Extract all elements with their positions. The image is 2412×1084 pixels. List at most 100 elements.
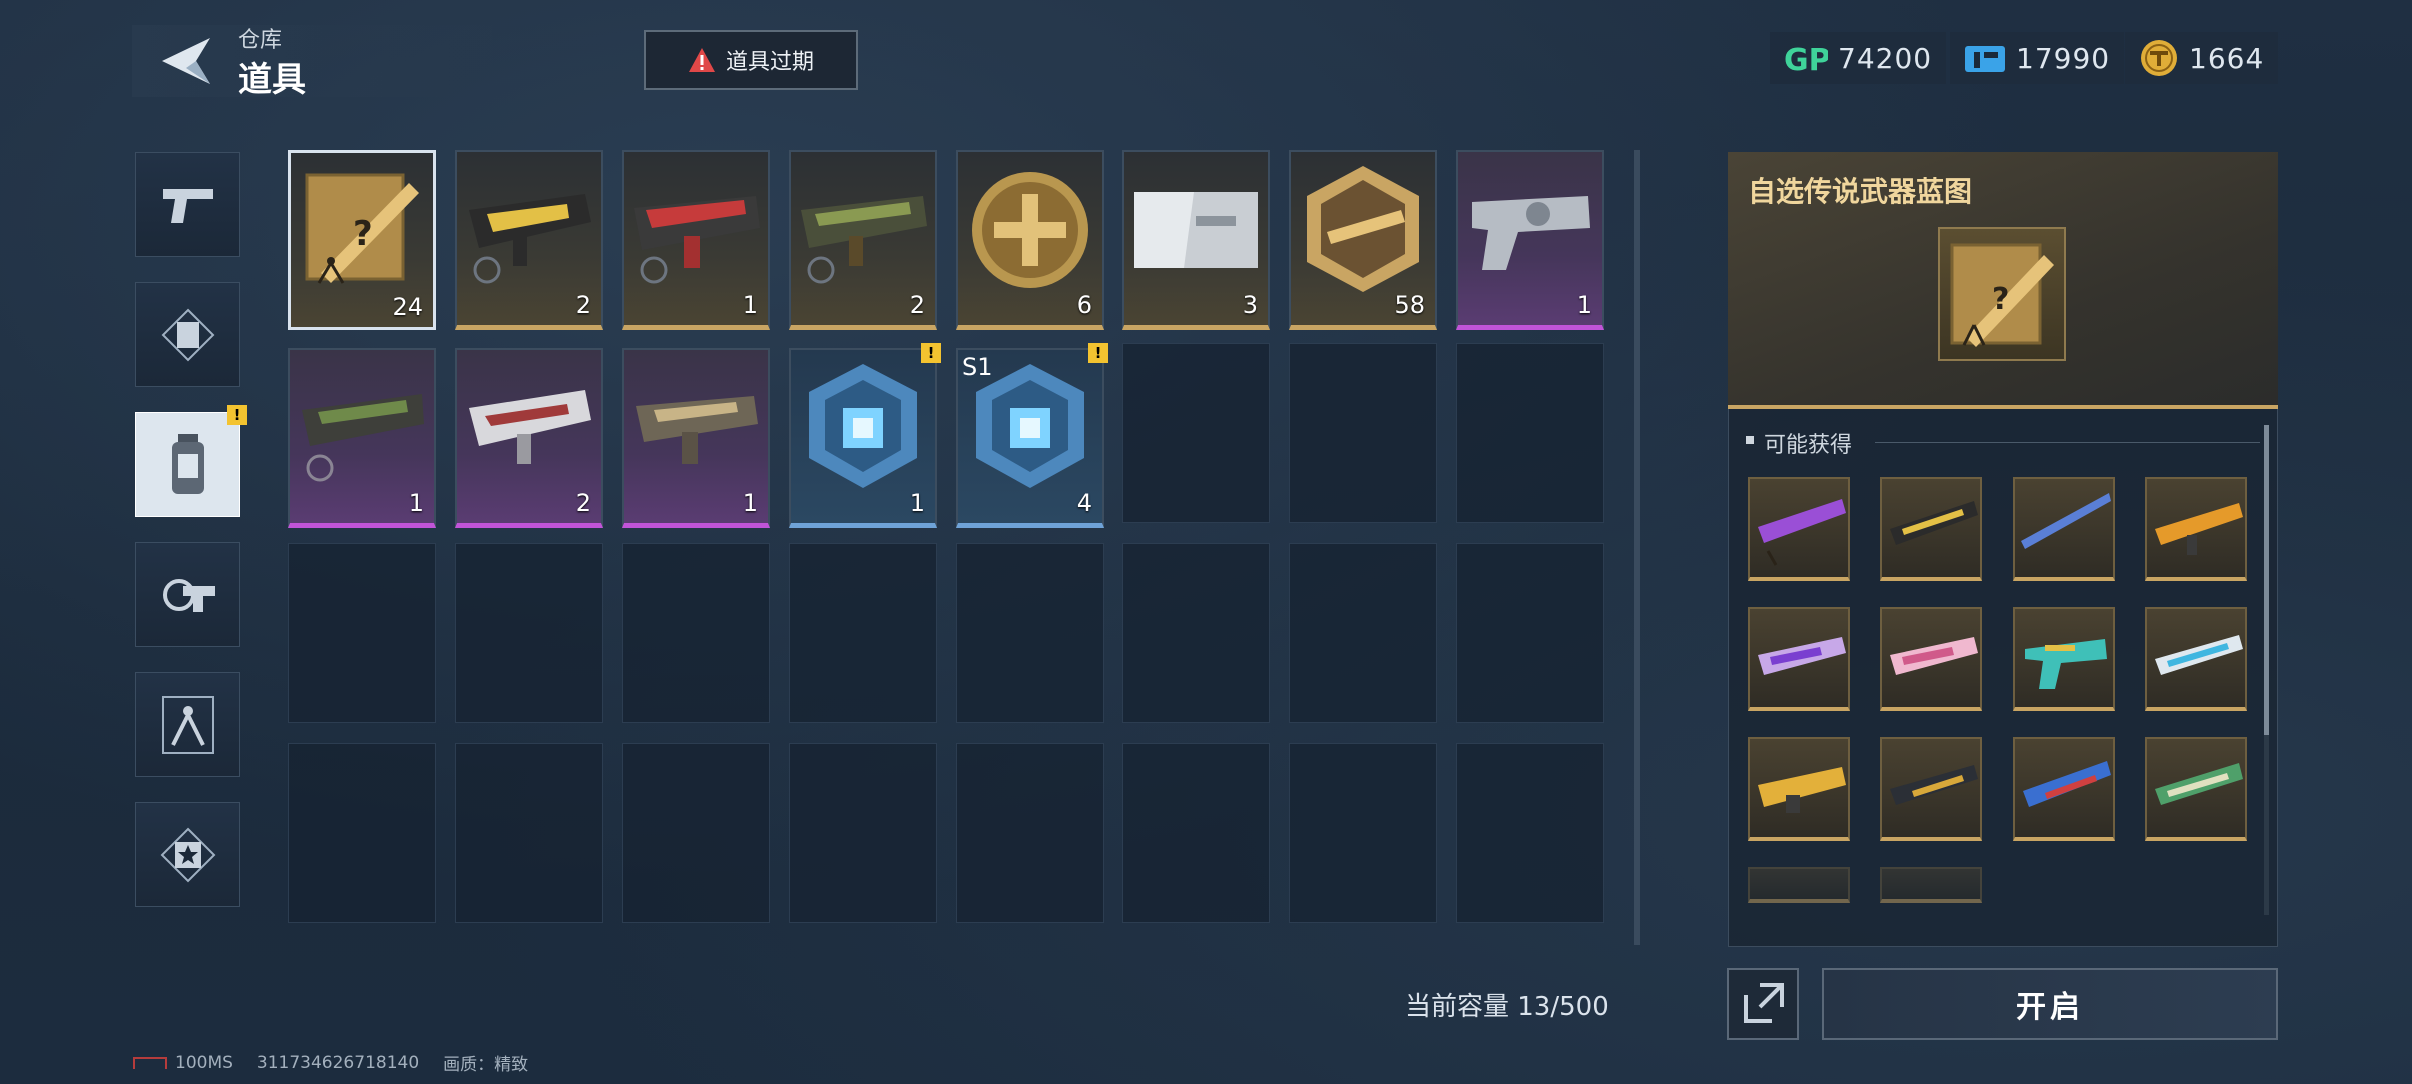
reward-blue-red-rifle[interactable] bbox=[2013, 737, 2115, 841]
back-arrow-icon bbox=[162, 38, 210, 84]
reward-cyan-rifle[interactable] bbox=[2145, 607, 2247, 711]
rifle-icon bbox=[1890, 765, 1978, 805]
coin-icon bbox=[2141, 40, 2177, 76]
empty-slot bbox=[789, 743, 937, 923]
reward-purple-rifle[interactable] bbox=[1748, 477, 1850, 581]
crate-icon bbox=[809, 364, 917, 488]
item-silver-pistol[interactable]: 1 bbox=[1456, 150, 1604, 330]
hex-badge-icon bbox=[1307, 166, 1419, 292]
reward-gold-lmg[interactable] bbox=[1748, 737, 1850, 841]
gp-value: 74200 bbox=[1838, 41, 1933, 75]
rewards-scrollbar-thumb[interactable] bbox=[2264, 425, 2269, 735]
svg-text:GP: GP bbox=[1784, 43, 1828, 76]
coin-value: 1664 bbox=[2189, 41, 2265, 75]
rifle-icon bbox=[2023, 761, 2111, 807]
item-gold-smg[interactable]: 2 bbox=[455, 150, 603, 330]
reward-dark-rifle[interactable] bbox=[1880, 737, 1982, 841]
ping-icon bbox=[133, 1056, 167, 1069]
section-bullet bbox=[1746, 436, 1754, 444]
season-tag: S1 bbox=[962, 353, 993, 381]
pistol-icon bbox=[1472, 196, 1590, 270]
share-button[interactable] bbox=[1727, 968, 1799, 1040]
lmg-icon bbox=[1758, 767, 1846, 813]
reward-gold-black-rifle[interactable] bbox=[1880, 477, 1982, 581]
rifle-icon bbox=[2155, 635, 2243, 675]
item-red-assault-rifle[interactable]: 1 bbox=[622, 150, 770, 330]
status-bar: 100MS 311734626718140 画质：精致 bbox=[133, 1050, 528, 1075]
detail-title: 自选传说武器蓝图 bbox=[1748, 175, 1973, 208]
empty-slot bbox=[1122, 543, 1270, 723]
empty-slot bbox=[789, 543, 937, 723]
rifle-icon bbox=[2155, 763, 2243, 805]
category-badges[interactable] bbox=[135, 802, 240, 907]
pistol-icon bbox=[2025, 639, 2107, 689]
reward-pink-smg[interactable] bbox=[1880, 607, 1982, 711]
svg-text:?: ? bbox=[1992, 282, 2009, 317]
user-id: 311734626718140 bbox=[256, 1052, 420, 1073]
reward-green-rifle[interactable] bbox=[2145, 737, 2247, 841]
smg-icon bbox=[469, 390, 591, 464]
blueprint-box-icon: ? bbox=[1950, 243, 2054, 347]
currency-gp: GP 74200 bbox=[1770, 32, 1947, 84]
item-qty: 2 bbox=[909, 291, 925, 319]
item-new-badge: ! bbox=[1088, 343, 1108, 363]
reward-blue-sniper[interactable] bbox=[2013, 477, 2115, 581]
gear-gun-icon bbox=[162, 578, 215, 612]
item-tan-carbine[interactable]: 1 bbox=[622, 348, 770, 528]
item-legendary-blueprint-selector[interactable]: ? 24 bbox=[288, 150, 436, 330]
item-new-badge: ! bbox=[921, 343, 941, 363]
rifle-icon bbox=[2155, 503, 2243, 555]
item-blue-crate[interactable]: 1 bbox=[789, 348, 937, 528]
item-qty: 1 bbox=[909, 489, 925, 517]
expired-items-label: 道具过期 bbox=[725, 50, 814, 75]
expired-items-button[interactable]: 道具过期 bbox=[644, 30, 858, 90]
empty-slot bbox=[455, 743, 603, 923]
item-camo-rifle[interactable]: 2 bbox=[789, 150, 937, 330]
item-qty: 6 bbox=[1076, 291, 1092, 319]
item-gold-badge[interactable]: 58 bbox=[1289, 150, 1437, 330]
empty-slot bbox=[1122, 743, 1270, 923]
category-consumables[interactable] bbox=[135, 412, 240, 517]
item-white-smg[interactable]: 2 bbox=[455, 348, 603, 528]
ticket-value: 17990 bbox=[2016, 41, 2111, 75]
medal-icon bbox=[972, 172, 1088, 288]
capacity-text: 当前容量 13/500 bbox=[1405, 992, 1609, 1022]
category-blueprints[interactable] bbox=[135, 672, 240, 777]
frame-icon bbox=[161, 308, 214, 361]
item-qty: 1 bbox=[408, 489, 424, 517]
reward-teal-pistol[interactable] bbox=[2013, 607, 2115, 711]
category-skins[interactable] bbox=[135, 282, 240, 387]
currency-ticket: 17990 bbox=[1950, 32, 2125, 84]
gp-icon: GP bbox=[1784, 43, 1828, 76]
back-button[interactable] bbox=[150, 30, 218, 92]
category-consumables-badge: ! bbox=[227, 405, 247, 425]
item-qty: 3 bbox=[1242, 291, 1258, 319]
empty-slot bbox=[1289, 743, 1437, 923]
item-silver-ticket[interactable]: 3 bbox=[1122, 150, 1270, 330]
item-qty: 2 bbox=[575, 489, 591, 517]
empty-slot bbox=[1456, 343, 1604, 523]
blueprint-box-icon: ? bbox=[305, 173, 419, 284]
item-gold-medal[interactable]: 6 bbox=[956, 150, 1104, 330]
category-weapons[interactable] bbox=[135, 152, 240, 257]
item-qty: 4 bbox=[1076, 489, 1092, 517]
grid-scrollbar[interactable] bbox=[1634, 150, 1640, 945]
compass-icon bbox=[161, 695, 214, 754]
item-green-rifle[interactable]: 1 bbox=[288, 348, 436, 528]
empty-slot bbox=[1456, 543, 1604, 723]
inventory-grid: ? 24 2 1 2 6 3 58 1 1 2 1 1 ! 4 S1 ! bbox=[280, 143, 1640, 953]
reward-orange-rifle[interactable] bbox=[2145, 477, 2247, 581]
empty-slot bbox=[956, 543, 1104, 723]
page-title: 道具 bbox=[238, 60, 306, 100]
reward-purple-smg[interactable] bbox=[1748, 607, 1850, 711]
section-divider bbox=[1875, 442, 2260, 443]
category-attachments[interactable] bbox=[135, 542, 240, 647]
ticket-icon bbox=[1965, 46, 2005, 72]
pistol-icon bbox=[162, 188, 213, 223]
share-icon bbox=[1744, 983, 1784, 1023]
smg-icon bbox=[469, 194, 591, 284]
open-button[interactable]: 开启 bbox=[1822, 968, 2278, 1040]
smg-icon bbox=[1890, 637, 1978, 675]
currency-coin: 1664 bbox=[2125, 32, 2279, 84]
ping-value: 100MS bbox=[175, 1052, 233, 1073]
